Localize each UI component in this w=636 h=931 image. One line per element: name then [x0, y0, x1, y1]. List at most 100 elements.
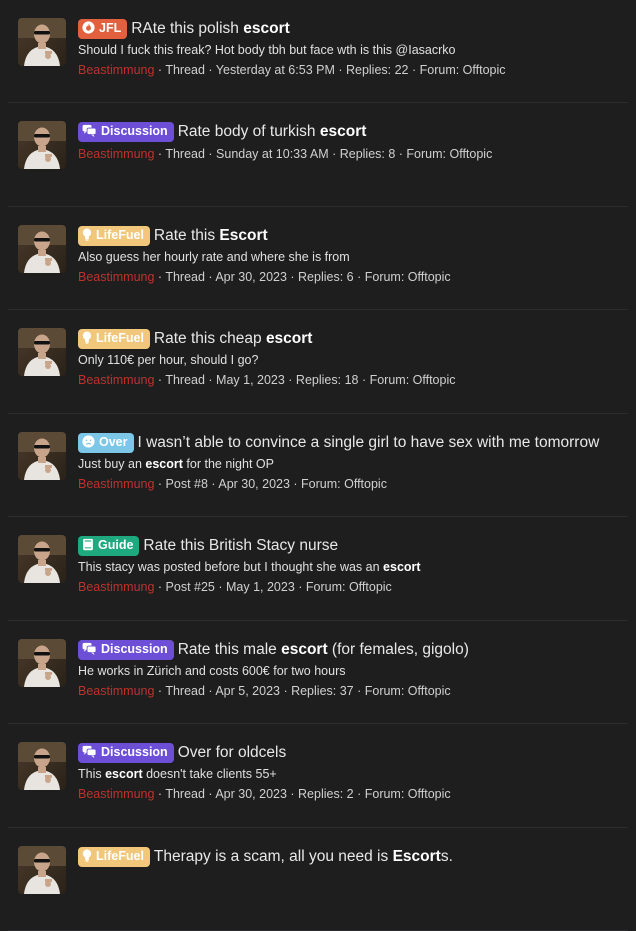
prefix-label[interactable]: Over — [78, 433, 134, 453]
title-highlight[interactable]: Escort — [219, 227, 267, 244]
search-result-item[interactable]: GuideRate this British Stacy nurseThis s… — [8, 517, 628, 621]
prefix-label[interactable]: LifeFuel — [78, 329, 150, 349]
title-highlight[interactable]: escort — [243, 20, 290, 37]
search-result-item[interactable]: LifeFuelTherapy is a scam, all you need … — [8, 828, 628, 931]
meta-details: · Thread · Apr 30, 2023 · Replies: 2 · F… — [154, 787, 450, 801]
prefix-label[interactable]: LifeFuel — [78, 847, 150, 867]
result-content: LifeFuel Rate this cheap escort Only 110€ … — [78, 328, 622, 389]
snippet-text: Should I fuck this freak? Hot body tbh b… — [78, 43, 455, 57]
title-text[interactable]: Rate this — [154, 227, 219, 244]
result-title[interactable]: LifeFuelTherapy is a scam, all you need … — [78, 846, 622, 868]
result-meta: Beastimmung · Post #25 · May 1, 2023 · F… — [78, 578, 622, 596]
username-link[interactable]: Beastimmung — [78, 787, 154, 801]
result-meta: Beastimmung · Thread · Apr 30, 2023 · Re… — [78, 785, 622, 803]
title-text[interactable]: Rate this male — [178, 641, 281, 658]
result-snippet: This stacy was posted before but I thoug… — [78, 558, 622, 576]
result-meta: Beastimmung · Thread · Sunday at 10:33 A… — [78, 145, 622, 163]
title-text[interactable]: RAte this polish — [131, 20, 243, 37]
result-content: Discussion Rate this male escort (for fem… — [78, 639, 622, 700]
snippet-text: Only 110€ per hour, should I go? — [78, 353, 258, 367]
prefix-label-text: LifeFuel — [96, 331, 144, 345]
result-snippet: Should I fuck this freak? Hot body tbh b… — [78, 41, 622, 59]
avatar[interactable] — [18, 846, 66, 894]
result-meta: Beastimmung · Thread · Apr 30, 2023 · Re… — [78, 268, 622, 286]
avatar[interactable] — [18, 742, 66, 790]
title-text[interactable]: Rate this British Stacy nurse — [143, 537, 338, 554]
prefix-label-text: Discussion — [101, 642, 168, 656]
username-link[interactable]: Beastimmung — [78, 684, 154, 698]
username-link[interactable]: Beastimmung — [78, 477, 154, 491]
result-title[interactable]: LifeFuel Rate this cheap escort — [78, 328, 622, 350]
avatar[interactable] — [18, 18, 66, 66]
result-title[interactable]: Discussion Rate this male escort (for fem… — [78, 639, 622, 661]
search-result-item[interactable]: DiscussionOver for oldcels This escort do… — [8, 724, 628, 828]
prefix-label-text: Discussion — [101, 124, 168, 138]
prefix-label[interactable]: Discussion — [78, 640, 174, 660]
snippet-text: He works in Zürich and costs 600€ for tw… — [78, 664, 345, 678]
username-link[interactable]: Beastimmung — [78, 373, 154, 387]
result-title[interactable]: Discussion Rate body of turkish escort — [78, 121, 622, 143]
result-content: DiscussionOver for oldcels This escort do… — [78, 742, 622, 803]
book-icon — [82, 538, 94, 556]
search-result-item[interactable]: Discussion Rate body of turkish escort Bea… — [8, 103, 628, 207]
search-result-item[interactable]: LifeFuel Rate this cheap escort Only 110€ … — [8, 310, 628, 414]
avatar[interactable] — [18, 639, 66, 687]
title-text-suffix[interactable]: (for females, gigolo) — [328, 641, 469, 658]
result-snippet: Just buy an escort for the night OP — [78, 455, 622, 473]
chat-bubbles-icon — [82, 124, 97, 142]
search-result-item[interactable]: JFLRAte this polish escort Should I fuck … — [8, 0, 628, 103]
title-highlight[interactable]: escort — [266, 330, 313, 347]
fire-icon — [82, 21, 95, 39]
result-title[interactable]: GuideRate this British Stacy nurse — [78, 535, 622, 557]
result-meta: Beastimmung · Post #8 · Apr 30, 2023 · F… — [78, 475, 622, 493]
title-text-suffix[interactable]: s. — [441, 848, 453, 865]
title-text[interactable]: Rate body of turkish — [178, 123, 320, 140]
result-content: LifeFuelRate this EscortAlso guess her h… — [78, 225, 622, 286]
title-highlight[interactable]: escort — [281, 641, 328, 658]
snippet-highlight: escort — [105, 767, 143, 781]
snippet-text-suffix: doesn't take clients 55+ — [143, 767, 277, 781]
title-text[interactable]: Therapy is a scam, all you need is — [154, 848, 393, 865]
search-result-item[interactable]: Discussion Rate this male escort (for fem… — [8, 621, 628, 725]
prefix-label-text: Over — [99, 435, 128, 449]
meta-details: · Post #25 · May 1, 2023 · Forum: Offtop… — [154, 580, 391, 594]
search-result-item[interactable]: Over I wasn’t able to convince a single g… — [8, 414, 628, 518]
result-title[interactable]: DiscussionOver for oldcels — [78, 742, 622, 764]
result-content: Over I wasn’t able to convince a single g… — [78, 432, 622, 493]
prefix-label[interactable]: Guide — [78, 536, 139, 556]
search-result-item[interactable]: LifeFuelRate this EscortAlso guess her h… — [8, 207, 628, 311]
title-highlight[interactable]: escort — [320, 123, 367, 140]
username-link[interactable]: Beastimmung — [78, 147, 154, 161]
result-title[interactable]: Over I wasn’t able to convince a single g… — [78, 432, 622, 454]
title-text[interactable]: Over for oldcels — [178, 744, 287, 761]
result-title[interactable]: LifeFuelRate this Escort — [78, 225, 622, 247]
meta-details: · Thread · Yesterday at 6:53 PM · Replie… — [154, 63, 505, 77]
avatar[interactable] — [18, 121, 66, 169]
lightbulb-icon — [82, 228, 92, 246]
title-highlight[interactable]: Escort — [393, 848, 441, 865]
username-link[interactable]: Beastimmung — [78, 63, 154, 77]
title-text[interactable]: I wasn’t able to convince a single girl … — [138, 434, 600, 451]
meta-details: · Thread · May 1, 2023 · Replies: 18 · F… — [154, 373, 455, 387]
title-text[interactable]: Rate this cheap — [154, 330, 266, 347]
result-content: Discussion Rate body of turkish escort Bea… — [78, 121, 622, 163]
snippet-highlight: escort — [383, 560, 421, 574]
avatar[interactable] — [18, 225, 66, 273]
result-content: JFLRAte this polish escort Should I fuck … — [78, 18, 622, 79]
avatar[interactable] — [18, 432, 66, 480]
result-snippet: Only 110€ per hour, should I go? — [78, 351, 622, 369]
avatar[interactable] — [18, 535, 66, 583]
search-results-list: JFLRAte this polish escort Should I fuck … — [0, 0, 636, 931]
prefix-label[interactable]: LifeFuel — [78, 226, 150, 246]
avatar[interactable] — [18, 328, 66, 376]
username-link[interactable]: Beastimmung — [78, 580, 154, 594]
username-link[interactable]: Beastimmung — [78, 270, 154, 284]
snippet-text-suffix: for the night OP — [183, 457, 274, 471]
prefix-label[interactable]: Discussion — [78, 743, 174, 763]
snippet-text: This — [78, 767, 105, 781]
result-title[interactable]: JFLRAte this polish escort — [78, 18, 622, 40]
prefix-label[interactable]: Discussion — [78, 122, 174, 142]
prefix-label[interactable]: JFL — [78, 19, 127, 39]
meta-details: · Post #8 · Apr 30, 2023 · Forum: Offtop… — [154, 477, 387, 491]
result-meta: Beastimmung · Thread · Apr 5, 2023 · Rep… — [78, 682, 622, 700]
